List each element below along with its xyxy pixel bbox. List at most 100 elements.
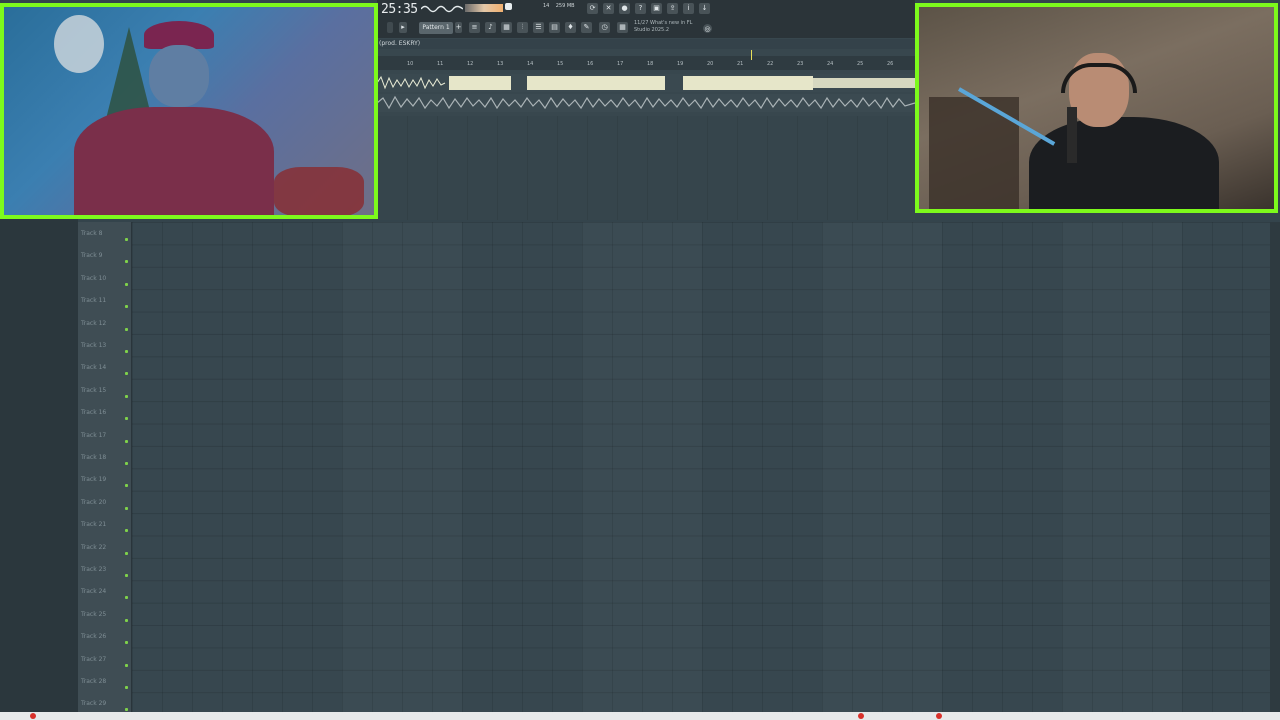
track-enable-led[interactable] (125, 327, 128, 331)
track-enable-led[interactable] (125, 238, 128, 241)
notification-icon[interactable] (936, 713, 942, 719)
cut-icon[interactable]: ✕ (603, 3, 614, 14)
stamp-icon[interactable]: ✎ (581, 22, 592, 33)
track-header[interactable]: Track 12 (78, 314, 131, 336)
save-icon[interactable]: ▣ (651, 3, 662, 14)
track-header[interactable]: Track 18 (78, 448, 131, 470)
playlist-upper-grid[interactable] (377, 116, 915, 220)
news-icon[interactable]: ▦ (617, 22, 628, 33)
track-enable-led[interactable] (125, 506, 128, 510)
track-enable-led[interactable] (125, 596, 128, 600)
browser-icon[interactable]: ☰ (533, 22, 544, 33)
notification-icon[interactable] (858, 713, 864, 719)
track-header[interactable]: Track 21 (78, 515, 131, 537)
bar-number: 22 (767, 61, 774, 67)
playlist-scrollbar[interactable] (1270, 222, 1280, 712)
track-label: Track 16 (81, 409, 107, 417)
track-enable-led[interactable] (125, 417, 128, 421)
bar-number: 14 (527, 61, 534, 67)
download-icon[interactable]: ↓ (699, 3, 710, 14)
wall-clock (54, 15, 104, 73)
track-header[interactable]: Track 19 (78, 470, 131, 492)
track-enable-led[interactable] (125, 305, 128, 309)
bar-number: 24 (827, 61, 834, 67)
plugin-icon[interactable]: ▤ (549, 22, 560, 33)
bar-number: 11 (437, 61, 444, 67)
record-indicator-icon[interactable] (30, 713, 36, 719)
track-header[interactable]: Track 14 (78, 358, 131, 380)
track-enable-led[interactable] (125, 663, 128, 667)
track-enable-led[interactable] (125, 574, 128, 577)
track-header[interactable]: Track 26 (78, 627, 131, 649)
playlist-icon[interactable]: ≡ (469, 22, 480, 33)
help-icon[interactable]: ? (635, 3, 646, 14)
pattern-prev-icon[interactable] (387, 22, 393, 33)
track-label: Track 8 (81, 230, 103, 237)
track-enable-led[interactable] (125, 350, 128, 353)
track-header[interactable]: Track 11 (78, 291, 131, 313)
toolbar: 25:35 14 259 MB ⟳ ✕ ● ? ▣ ⇪ i ↓ ▸ Patter… (377, 0, 915, 38)
track-header[interactable]: Track 22 (78, 538, 131, 560)
track-enable-led[interactable] (125, 372, 128, 376)
daw-window: 25:35 14 259 MB ⟳ ✕ ● ? ▣ ⇪ i ↓ ▸ Patter… (377, 0, 915, 220)
song-time-display[interactable]: 25:35 (381, 2, 418, 17)
person-left-face (149, 45, 209, 107)
mic-icon[interactable]: ● (619, 3, 630, 14)
track-label: Track 26 (81, 633, 107, 641)
track-header[interactable]: Track 25 (78, 605, 131, 627)
stop-square-icon[interactable] (505, 3, 512, 10)
track-enable-led[interactable] (125, 484, 128, 488)
channel-rack-icon[interactable]: ▦ (501, 22, 512, 33)
clock-icon[interactable]: ◷ (599, 22, 610, 33)
track-header[interactable]: Track 13 (78, 336, 131, 358)
playlist-grid[interactable] (132, 222, 1270, 712)
track-enable-led[interactable] (125, 282, 128, 286)
track-header[interactable]: Track 23 (78, 560, 131, 582)
playhead-marker[interactable] (751, 50, 752, 60)
track-label: Track 13 (81, 342, 107, 349)
track-enable-led[interactable] (125, 686, 128, 689)
track-header[interactable]: Track 8 (78, 224, 131, 246)
track-label: Track 25 (81, 610, 107, 618)
track-enable-led[interactable] (125, 708, 128, 712)
mixer-icon[interactable]: ⫶ (517, 22, 528, 33)
track-enable-led[interactable] (125, 260, 128, 264)
track-header[interactable]: Track 9 (78, 246, 131, 268)
grid-bar-shade (582, 222, 702, 712)
news-panel[interactable]: 11/27 What's new in FL Studio 2025.2 (634, 20, 692, 34)
timeline-ruler[interactable]: 10 11 12 13 14 15 16 17 18 19 20 21 22 23 24 25 26 (377, 56, 915, 70)
globe-icon[interactable]: ◎ (703, 24, 712, 33)
bar-number: 15 (557, 61, 564, 67)
track-enable-led[interactable] (125, 641, 128, 645)
track-header[interactable]: Track 10 (78, 269, 131, 291)
bar-number: 25 (857, 61, 864, 67)
track-header[interactable]: Track 16 (78, 403, 131, 425)
piano-roll-icon[interactable]: ♪ (485, 22, 496, 33)
track-label: Track 29 (81, 700, 107, 708)
taskbar (0, 712, 1280, 720)
track-header[interactable]: Track 28 (78, 672, 131, 694)
track-header[interactable]: Track 24 (78, 582, 131, 604)
track-enable-led[interactable] (125, 439, 128, 443)
pattern-play-icon[interactable]: ▸ (399, 22, 407, 33)
audio-clip-secondary[interactable] (377, 94, 915, 112)
pattern-selector[interactable]: Pattern 1 (419, 22, 453, 34)
track-header[interactable]: Track 17 (78, 426, 131, 448)
pattern-add-icon[interactable]: + (455, 22, 462, 33)
loop-icon[interactable]: ⟳ (587, 3, 598, 14)
export-icon[interactable]: ⇪ (667, 3, 678, 14)
track-enable-led[interactable] (125, 394, 128, 398)
bar-number: 20 (707, 61, 714, 67)
snap-icon[interactable]: ♦ (565, 22, 576, 33)
track-enable-led[interactable] (125, 462, 128, 465)
microphone (1067, 107, 1077, 163)
track-enable-led[interactable] (125, 551, 128, 555)
track-enable-led[interactable] (125, 618, 128, 622)
track-header[interactable]: Track 20 (78, 493, 131, 515)
audio-clip-main[interactable] (377, 74, 915, 92)
track-label: Track 28 (81, 678, 107, 685)
track-header[interactable]: Track 27 (78, 650, 131, 672)
track-enable-led[interactable] (125, 529, 128, 533)
track-header[interactable]: Track 15 (78, 381, 131, 403)
info-icon[interactable]: i (683, 3, 694, 14)
